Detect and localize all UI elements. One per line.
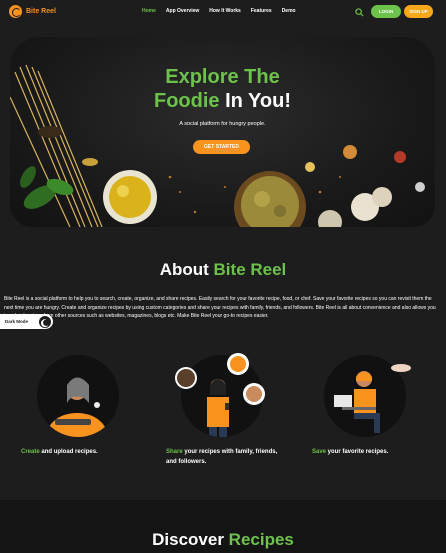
feature-save-caption: Save your favorite recipes. (312, 449, 389, 455)
hand-dish-illustration (391, 364, 411, 372)
hero-subtitle: A social platform for hungry people. (179, 121, 266, 127)
discover-title-prefix: Discover (152, 530, 229, 549)
login-button[interactable]: LOGIN (371, 5, 401, 18)
get-started-button[interactable]: GET STARTED (193, 140, 250, 154)
main-nav: Home App Overview How It Works Features … (142, 8, 296, 14)
hero-banner: Explore The Foodie In You! A social plat… (10, 37, 435, 227)
nav-app-overview[interactable]: App Overview (166, 8, 199, 14)
discover-title-recipes: Recipes (228, 530, 294, 549)
feature-share-caption: Share your recipes with family, friends,… (166, 449, 278, 465)
nav-demo[interactable]: Demo (282, 8, 296, 14)
feature-create-illustration (37, 355, 119, 437)
about-title: About Bite Reel (0, 260, 446, 280)
hero-title-line2: Foodie In You! (10, 89, 435, 113)
about-title-prefix: About (159, 260, 214, 279)
dark-mode-toggle[interactable]: Dark Mode (0, 314, 53, 329)
share-avatars-illustration (175, 367, 265, 405)
share-avatar-top (227, 353, 249, 375)
hero-title-line1: Explore The (10, 65, 435, 89)
about-description: Bite Reel is a social platform to help y… (4, 296, 436, 320)
search-icon[interactable] (355, 8, 364, 17)
hero-title-foodie: Foodie (153, 90, 220, 112)
signup-button[interactable]: SIGN UP (404, 5, 433, 18)
top-navbar: Bite Reel Home App Overview How It Works… (0, 0, 446, 24)
about-title-brand: Bite Reel (213, 260, 287, 279)
nav-how-it-works[interactable]: How It Works (209, 8, 241, 14)
nav-features[interactable]: Features (251, 8, 272, 14)
hero-title-in-you: In You! (219, 90, 292, 112)
discover-title: Discover Recipes (0, 530, 446, 550)
hero-title-explore: Explore The (165, 66, 280, 88)
bite-reel-logo-icon (9, 5, 22, 18)
nav-home[interactable]: Home (142, 8, 156, 14)
feature-create-caption: Create and upload recipes. (21, 449, 98, 455)
brand[interactable]: Bite Reel (9, 5, 56, 18)
moon-icon (39, 315, 51, 328)
brand-name: Bite Reel (26, 8, 56, 15)
dark-mode-label: Dark Mode (5, 319, 29, 324)
